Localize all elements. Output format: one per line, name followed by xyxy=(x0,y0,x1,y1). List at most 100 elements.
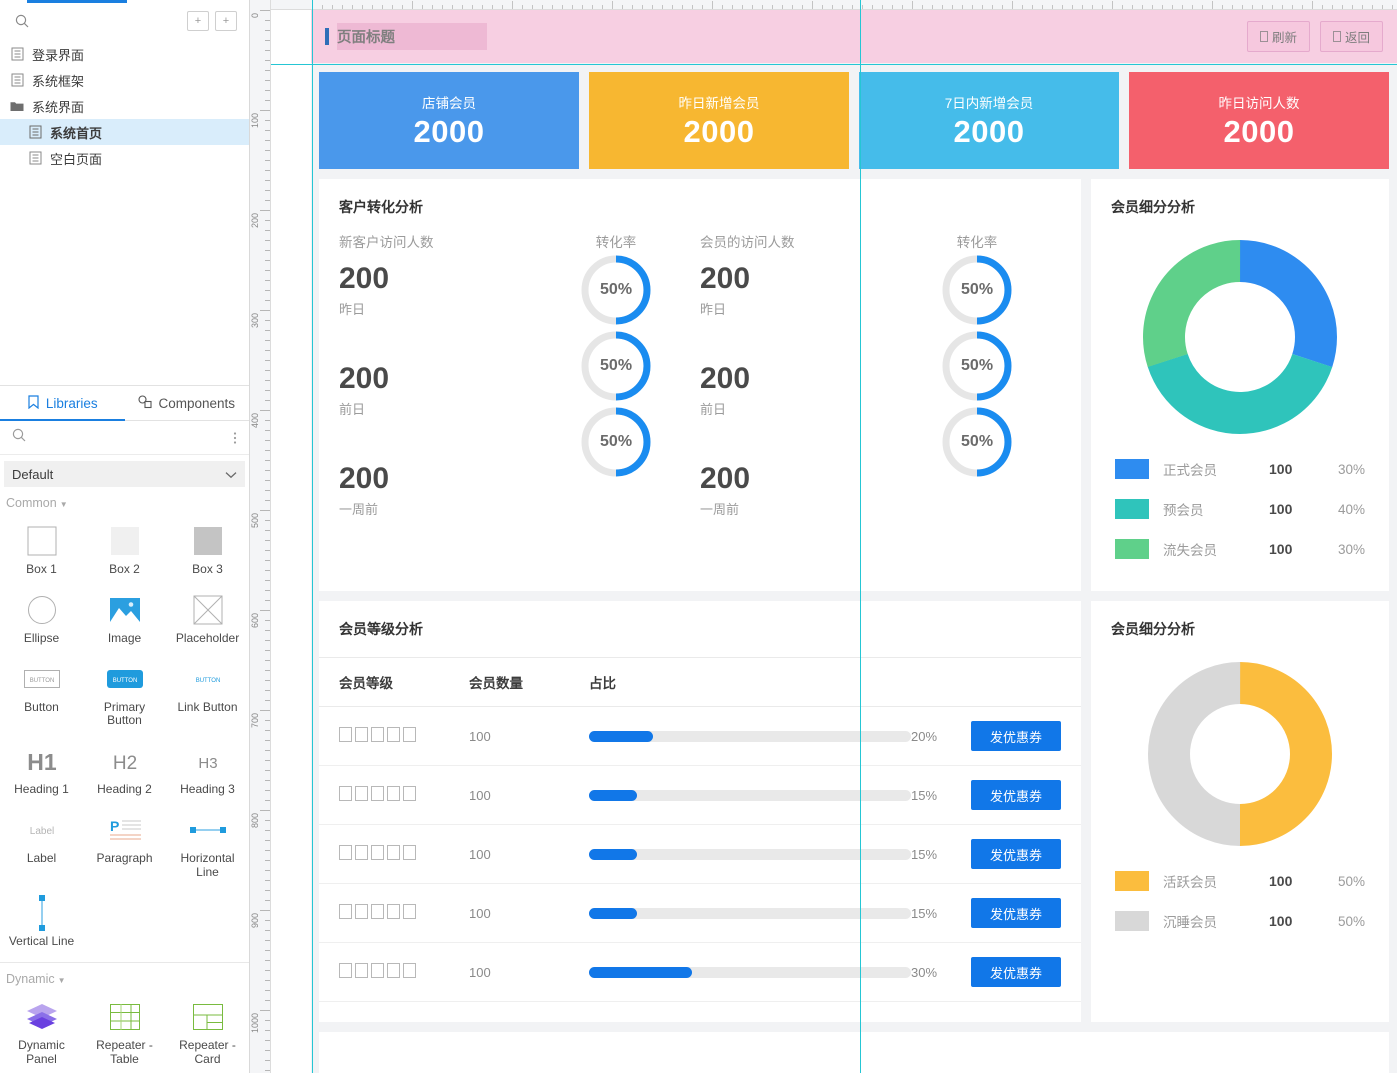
send-coupon-button[interactable]: 发优惠券 xyxy=(971,780,1061,810)
tab-components[interactable]: Components xyxy=(125,386,250,420)
rate-gauge: 50% xyxy=(579,329,653,403)
ruler-label: 900 xyxy=(250,913,260,928)
add-page-icon[interactable]: + xyxy=(187,11,209,31)
library-item-vertical-line[interactable]: Vertical Line xyxy=(0,886,83,955)
kpi-card-new-yesterday[interactable]: 昨日新增会员 2000 xyxy=(589,72,849,169)
library-item-horizontal-line[interactable]: Horizontal Line xyxy=(166,803,249,886)
gauge-cell: 50% xyxy=(579,403,653,479)
library-tabs: Libraries Components xyxy=(0,385,249,421)
kpi-card-new-7days[interactable]: 7日内新增会员 2000 xyxy=(859,72,1119,169)
ruler-tick xyxy=(265,670,270,671)
refresh-button[interactable]: 刷新 xyxy=(1247,21,1310,52)
search-icon[interactable] xyxy=(12,11,32,31)
donut-card-top: 会员细分分析 xyxy=(1091,179,1389,591)
ruler-tick xyxy=(265,130,270,131)
back-button[interactable]: 返回 xyxy=(1320,21,1383,52)
library-item-ellipse[interactable]: Ellipse xyxy=(0,583,83,652)
search-icon[interactable] xyxy=(12,428,26,447)
ruler-tick xyxy=(265,250,270,251)
library-item-link-button[interactable]: BUTTON Link Button xyxy=(166,652,249,735)
send-coupon-button[interactable]: 发优惠券 xyxy=(971,721,1061,751)
legend-swatch xyxy=(1115,499,1149,519)
repeater-table-icon xyxy=(110,998,140,1036)
tree-item-blank-page[interactable]: 空白页面 xyxy=(0,145,249,171)
library-item-box3[interactable]: Box 3 xyxy=(166,514,249,583)
library-item-image[interactable]: Image xyxy=(83,583,166,652)
ruler-tick xyxy=(372,5,373,9)
ruler-tick xyxy=(542,5,543,9)
ruler-tick xyxy=(265,190,270,191)
kpi-card-store-members[interactable]: 店铺会员 2000 xyxy=(319,72,579,169)
ruler-tick xyxy=(572,5,573,9)
tofu-placeholder xyxy=(339,786,416,801)
send-coupon-button[interactable]: 发优惠券 xyxy=(971,898,1061,928)
library-group-dynamic[interactable]: Dynamic▼ xyxy=(0,963,249,990)
ruler-tick xyxy=(1192,5,1193,9)
member-level-title: 会员等级分析 xyxy=(319,601,1081,639)
group-label: Common xyxy=(6,496,57,510)
send-coupon-button[interactable]: 发优惠券 xyxy=(971,957,1061,987)
vertical-ruler[interactable]: 01002003004005006007008009001000 xyxy=(250,0,271,1073)
horizontal-ruler[interactable] xyxy=(271,0,1397,10)
more-vertical-icon[interactable] xyxy=(233,431,237,445)
progress-fill xyxy=(589,849,637,860)
tree-item-system-ui-folder[interactable]: 系统界面 xyxy=(0,93,249,119)
ruler-tick xyxy=(622,5,623,9)
kpi-label: 昨日新增会员 xyxy=(679,92,760,112)
library-item-box1[interactable]: Box 1 xyxy=(0,514,83,583)
tree-item-system-home[interactable]: 系统首页 xyxy=(0,119,249,145)
send-coupon-button[interactable]: 发优惠券 xyxy=(971,839,1061,869)
next-panel-placeholder xyxy=(319,1032,1389,1073)
tree-item-framework[interactable]: 系统框架 xyxy=(0,67,249,93)
library-grid-dynamic: Dynamic Panel Repeater - Table Repeater … xyxy=(0,990,249,1073)
library-item-placeholder[interactable]: Placeholder xyxy=(166,583,249,652)
page-body: 店铺会员 2000 昨日新增会员 2000 7日内新增会员 2000 昨日访问人… xyxy=(311,63,1397,1073)
library-item-dynamic-panel[interactable]: Dynamic Panel xyxy=(0,990,83,1073)
cell-percent: 15% xyxy=(911,825,971,884)
library-item-primary-button[interactable]: BUTTON Primary Button xyxy=(83,652,166,735)
ruler-tick xyxy=(265,230,270,231)
ruler-tick xyxy=(1102,5,1103,9)
page-icon xyxy=(9,46,25,62)
library-group-common[interactable]: Common▼ xyxy=(0,487,249,514)
legend-label: 流失会员 xyxy=(1163,539,1269,559)
library-item-label: Button xyxy=(24,701,59,715)
ruler-tick xyxy=(802,5,803,9)
add-folder-icon[interactable]: + xyxy=(215,11,237,31)
conversion-value: 200 xyxy=(339,361,532,397)
library-item-label: Horizontal Line xyxy=(168,852,247,880)
library-item-box2[interactable]: Box 2 xyxy=(83,514,166,583)
library-item-repeater-table[interactable]: Repeater - Table xyxy=(83,990,166,1073)
ruler-tick xyxy=(1272,5,1273,9)
ruler-tick xyxy=(482,5,483,9)
donut-top-legend: 正式会员 100 30% 预会员 100 40% xyxy=(1091,445,1389,591)
library-item-paragraph[interactable]: P Paragraph xyxy=(83,803,166,886)
ruler-tick xyxy=(265,120,270,121)
library-item-repeater-card[interactable]: Repeater - Card xyxy=(166,990,249,1073)
library-select[interactable]: Default xyxy=(4,461,245,487)
kpi-value: 2000 xyxy=(414,114,485,150)
ruler-tick xyxy=(412,1,413,9)
legend-item: 预会员 100 40% xyxy=(1115,489,1365,529)
ruler-tick xyxy=(265,440,270,441)
library-item-heading2[interactable]: H2 Heading 2 xyxy=(83,734,166,803)
library-item-heading1[interactable]: H1 Heading 1 xyxy=(0,734,83,803)
library-item-heading3[interactable]: H3 Heading 3 xyxy=(166,734,249,803)
ruler-tick xyxy=(472,5,473,9)
cell-action: 发优惠券 xyxy=(971,943,1081,1002)
canvas[interactable]: 页面标题 刷新 返回 店铺会员 2000 xyxy=(271,0,1397,1073)
ruler-tick xyxy=(265,80,270,81)
ruler-tick xyxy=(1222,5,1223,9)
ruler-tick xyxy=(1232,5,1233,9)
library-item-label-widget[interactable]: Label Label xyxy=(0,803,83,886)
table-row: 100 15% 发优惠券 xyxy=(319,884,1081,943)
kpi-card-visits-yesterday[interactable]: 昨日访问人数 2000 xyxy=(1129,72,1389,169)
chevron-down-icon xyxy=(225,467,237,482)
back-button-label: 返回 xyxy=(1345,27,1370,46)
col-header-level: 会员等级 xyxy=(319,658,469,707)
tab-libraries[interactable]: Libraries xyxy=(0,386,125,420)
tree-item-login[interactable]: 登录界面 xyxy=(0,41,249,67)
ruler-tick xyxy=(265,270,270,271)
ruler-tick xyxy=(432,5,433,9)
library-item-button[interactable]: BUTTON Button xyxy=(0,652,83,735)
